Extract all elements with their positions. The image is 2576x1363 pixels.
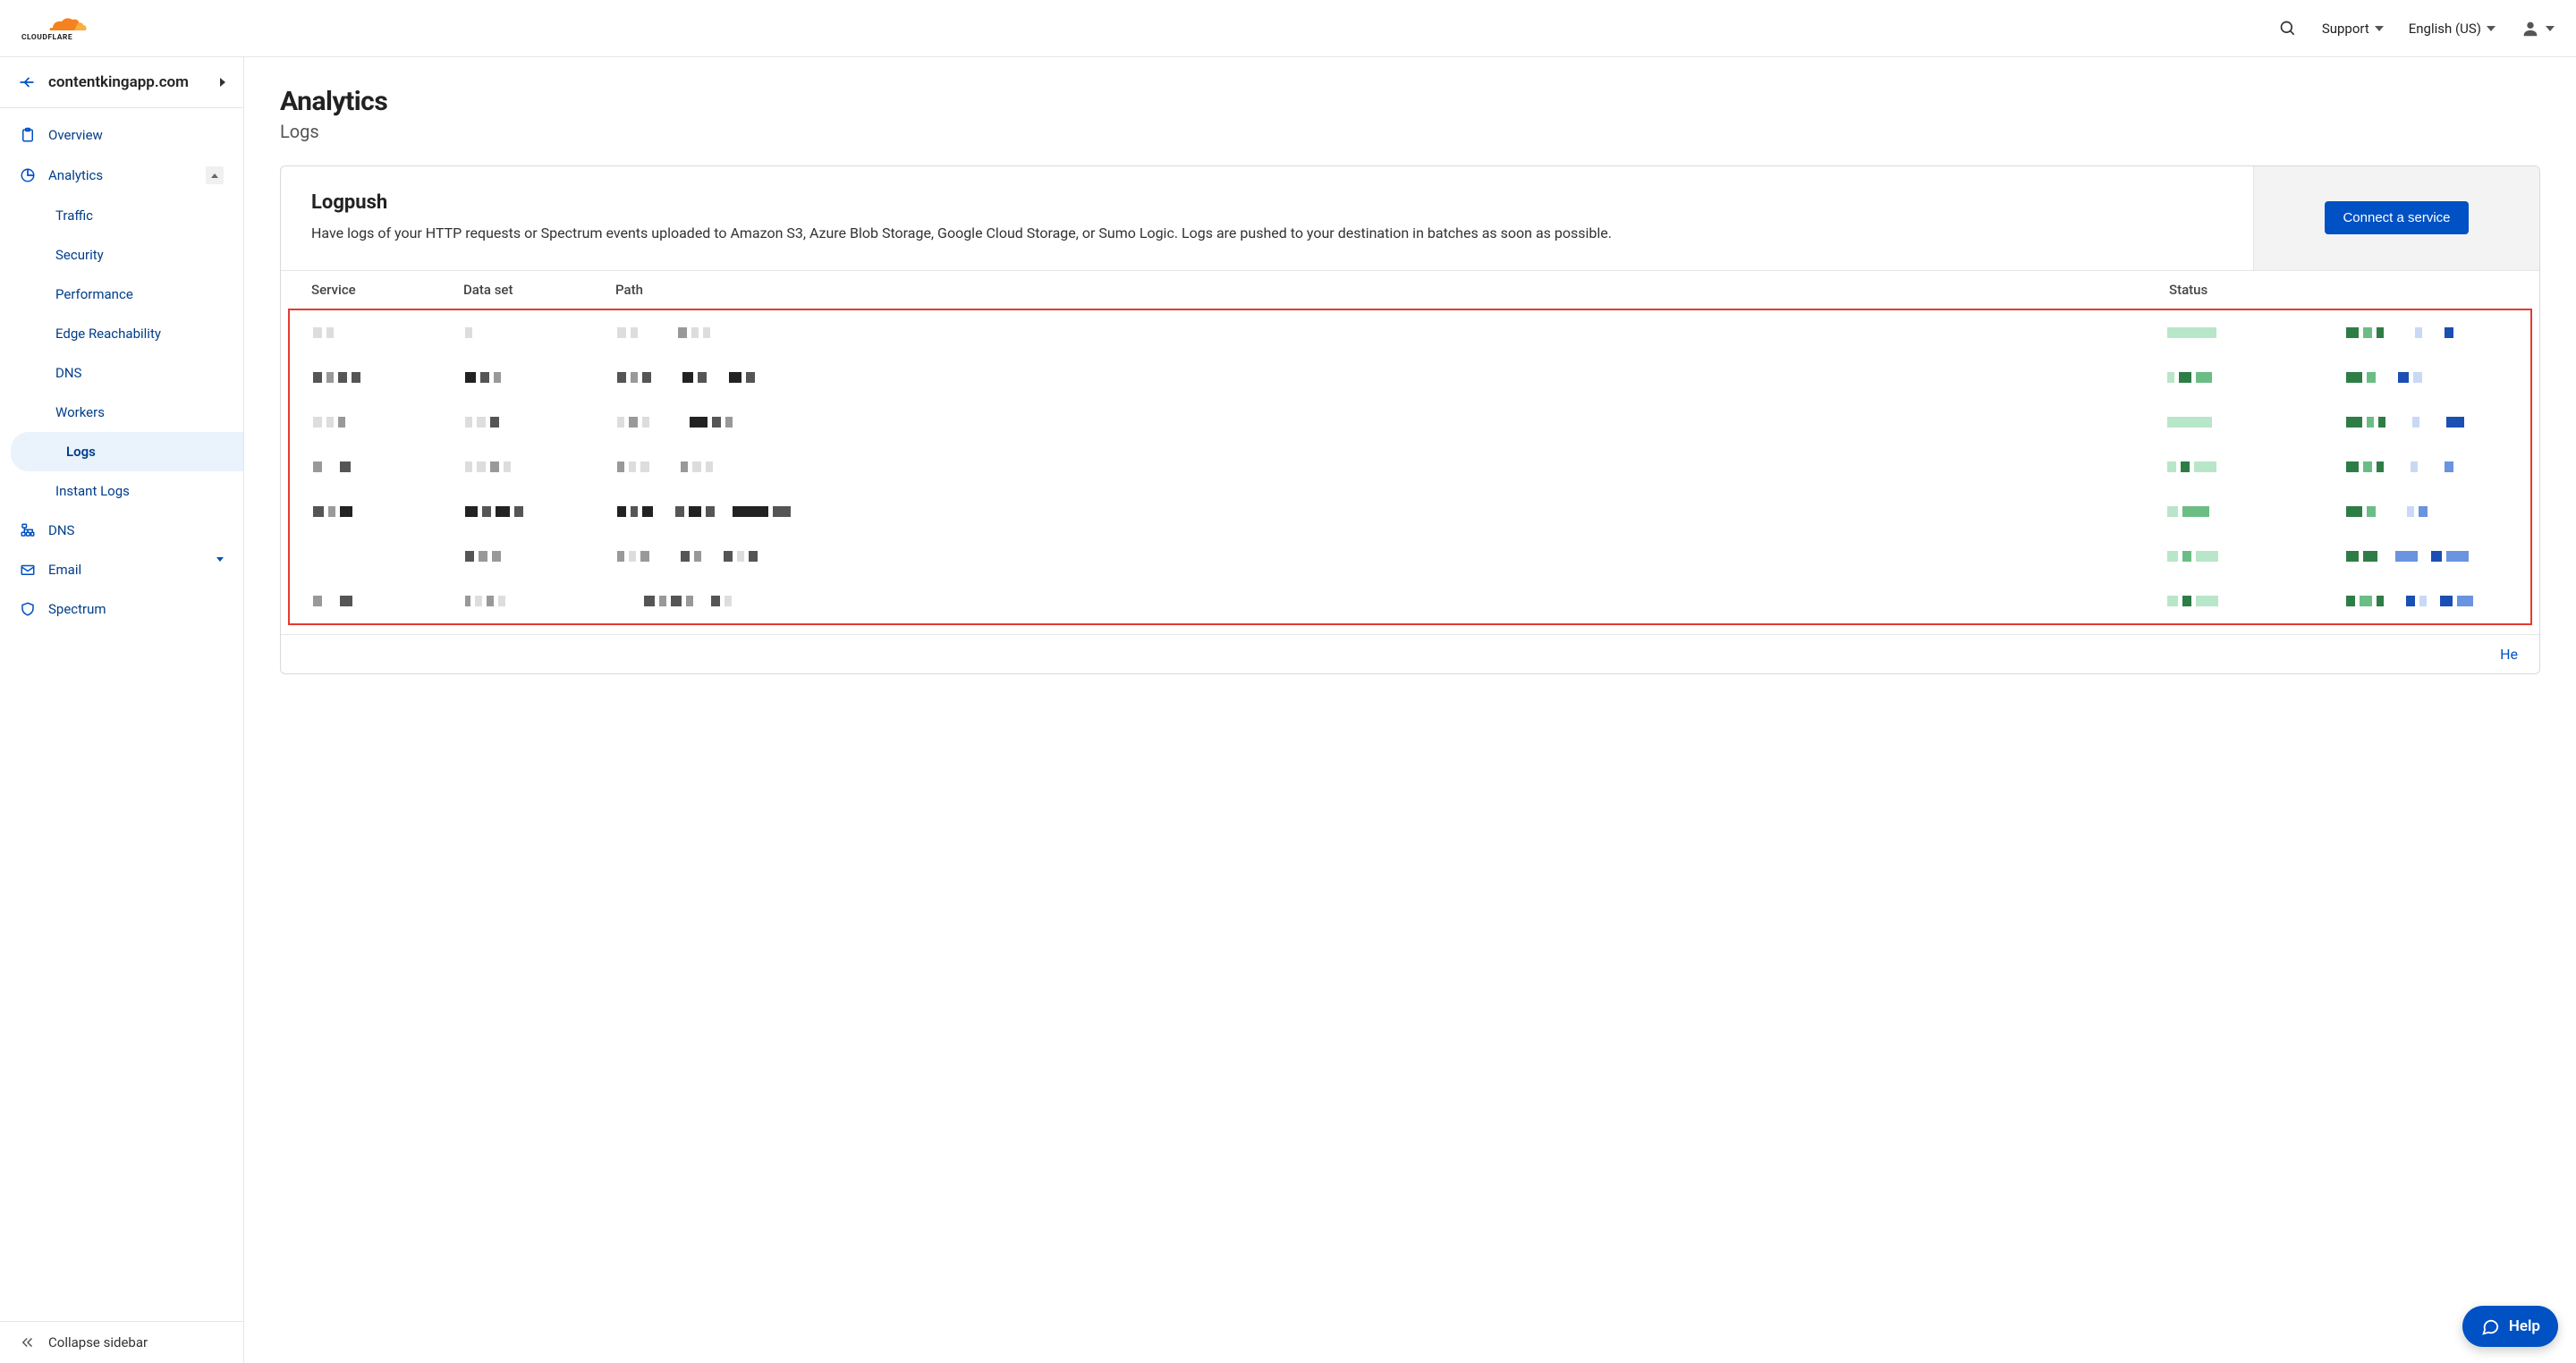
table-header: Service Data set Path Status <box>281 271 2539 309</box>
search-icon[interactable] <box>2279 20 2297 38</box>
nav-label: Spectrum <box>48 601 106 617</box>
user-icon <box>2521 19 2540 38</box>
collapse-sidebar-button[interactable]: Collapse sidebar <box>0 1321 243 1363</box>
dns-icon <box>20 522 36 538</box>
main-content: Analytics Logs Logpush Have logs of your… <box>244 57 2576 1363</box>
nav-label: Overview <box>48 127 103 143</box>
account-menu[interactable] <box>2521 19 2555 38</box>
nav-label: Logs <box>66 444 96 460</box>
top-header: CLOUDFLARE Support English (US) <box>0 0 2576 57</box>
back-arrow-icon[interactable] <box>18 73 36 91</box>
nav-label: Workers <box>55 404 105 420</box>
table-row[interactable] <box>290 355 2530 400</box>
sidebar-item-logs[interactable]: Logs <box>11 432 243 471</box>
sidebar-item-spectrum[interactable]: Spectrum <box>0 589 243 629</box>
sidebar-nav: Overview Analytics Traffic Security Perf… <box>0 108 243 1321</box>
help-widget-button[interactable]: Help <box>2462 1306 2558 1347</box>
sidebar-item-traffic[interactable]: Traffic <box>0 196 243 235</box>
expand-toggle[interactable] <box>216 562 224 578</box>
domain-selector[interactable]: contentkingapp.com <box>0 57 243 108</box>
caret-right-icon <box>220 78 225 87</box>
sidebar-item-workers[interactable]: Workers <box>0 393 243 432</box>
help-widget-label: Help <box>2509 1317 2540 1335</box>
col-service: Service <box>311 282 463 298</box>
page-subtitle: Logs <box>280 121 2540 142</box>
email-icon <box>20 562 36 578</box>
table-body-redacted <box>288 309 2532 625</box>
domain-name: contentkingapp.com <box>48 73 189 91</box>
brand-logo[interactable]: CLOUDFLARE <box>21 11 120 47</box>
sidebar-item-dns-analytics[interactable]: DNS <box>0 353 243 393</box>
language-menu[interactable]: English (US) <box>2409 21 2496 37</box>
sidebar-item-dns[interactable]: DNS <box>0 511 243 550</box>
caret-down-icon <box>2546 26 2555 31</box>
support-menu[interactable]: Support <box>2322 21 2384 37</box>
nav-label: Email <box>48 562 81 578</box>
shield-icon <box>20 601 36 617</box>
caret-down-icon <box>2487 26 2496 31</box>
nav-label: Instant Logs <box>55 483 130 499</box>
nav-label: Traffic <box>55 207 93 224</box>
collapse-label: Collapse sidebar <box>48 1334 148 1350</box>
col-path: Path <box>615 282 2169 298</box>
card-title: Logpush <box>311 191 2223 214</box>
support-label: Support <box>2322 21 2369 37</box>
nav-label: Analytics <box>48 167 103 183</box>
nav-label: DNS <box>48 522 74 538</box>
table-row[interactable] <box>290 444 2530 489</box>
sidebar-item-analytics[interactable]: Analytics <box>0 155 243 196</box>
logpush-table: Service Data set Path Status <box>281 270 2539 625</box>
pie-chart-icon <box>20 167 36 183</box>
sidebar-item-security[interactable]: Security <box>0 235 243 275</box>
table-row[interactable] <box>290 310 2530 355</box>
card-description: Have logs of your HTTP requests or Spect… <box>311 223 2223 245</box>
col-actions <box>2348 282 2509 298</box>
nav-label: Performance <box>55 286 133 302</box>
col-dataset: Data set <box>463 282 615 298</box>
svg-text:CLOUDFLARE: CLOUDFLARE <box>21 33 72 42</box>
sidebar-item-edge-reachability[interactable]: Edge Reachability <box>0 314 243 353</box>
page-title: Analytics <box>280 86 2540 117</box>
caret-up-icon <box>211 174 218 178</box>
caret-down-icon <box>2375 26 2384 31</box>
caret-down-icon <box>216 557 224 578</box>
language-label: English (US) <box>2409 21 2481 37</box>
nav-label: DNS <box>55 365 81 381</box>
sidebar-item-instant-logs[interactable]: Instant Logs <box>0 471 243 511</box>
chevron-double-left-icon <box>20 1334 36 1350</box>
cloudflare-logo-icon: CLOUDFLARE <box>21 11 120 47</box>
logpush-card: Logpush Have logs of your HTTP requests … <box>280 165 2540 674</box>
nav-label: Security <box>55 247 104 263</box>
sidebar-item-overview[interactable]: Overview <box>0 115 243 155</box>
clipboard-icon <box>20 127 36 143</box>
sidebar-item-email[interactable]: Email <box>0 550 243 589</box>
card-footer: He <box>281 634 2539 673</box>
help-link[interactable]: He <box>2500 646 2518 663</box>
col-status: Status <box>2169 282 2348 298</box>
collapse-toggle[interactable] <box>206 166 224 184</box>
table-row[interactable] <box>290 534 2530 579</box>
sidebar-item-performance[interactable]: Performance <box>0 275 243 314</box>
table-row[interactable] <box>290 400 2530 444</box>
nav-label: Edge Reachability <box>55 326 161 342</box>
chat-icon <box>2480 1316 2500 1336</box>
connect-service-button[interactable]: Connect a service <box>2325 201 2468 234</box>
sidebar: contentkingapp.com Overview Analytics Tr… <box>0 57 244 1363</box>
table-row[interactable] <box>290 489 2530 534</box>
table-row[interactable] <box>290 579 2530 623</box>
